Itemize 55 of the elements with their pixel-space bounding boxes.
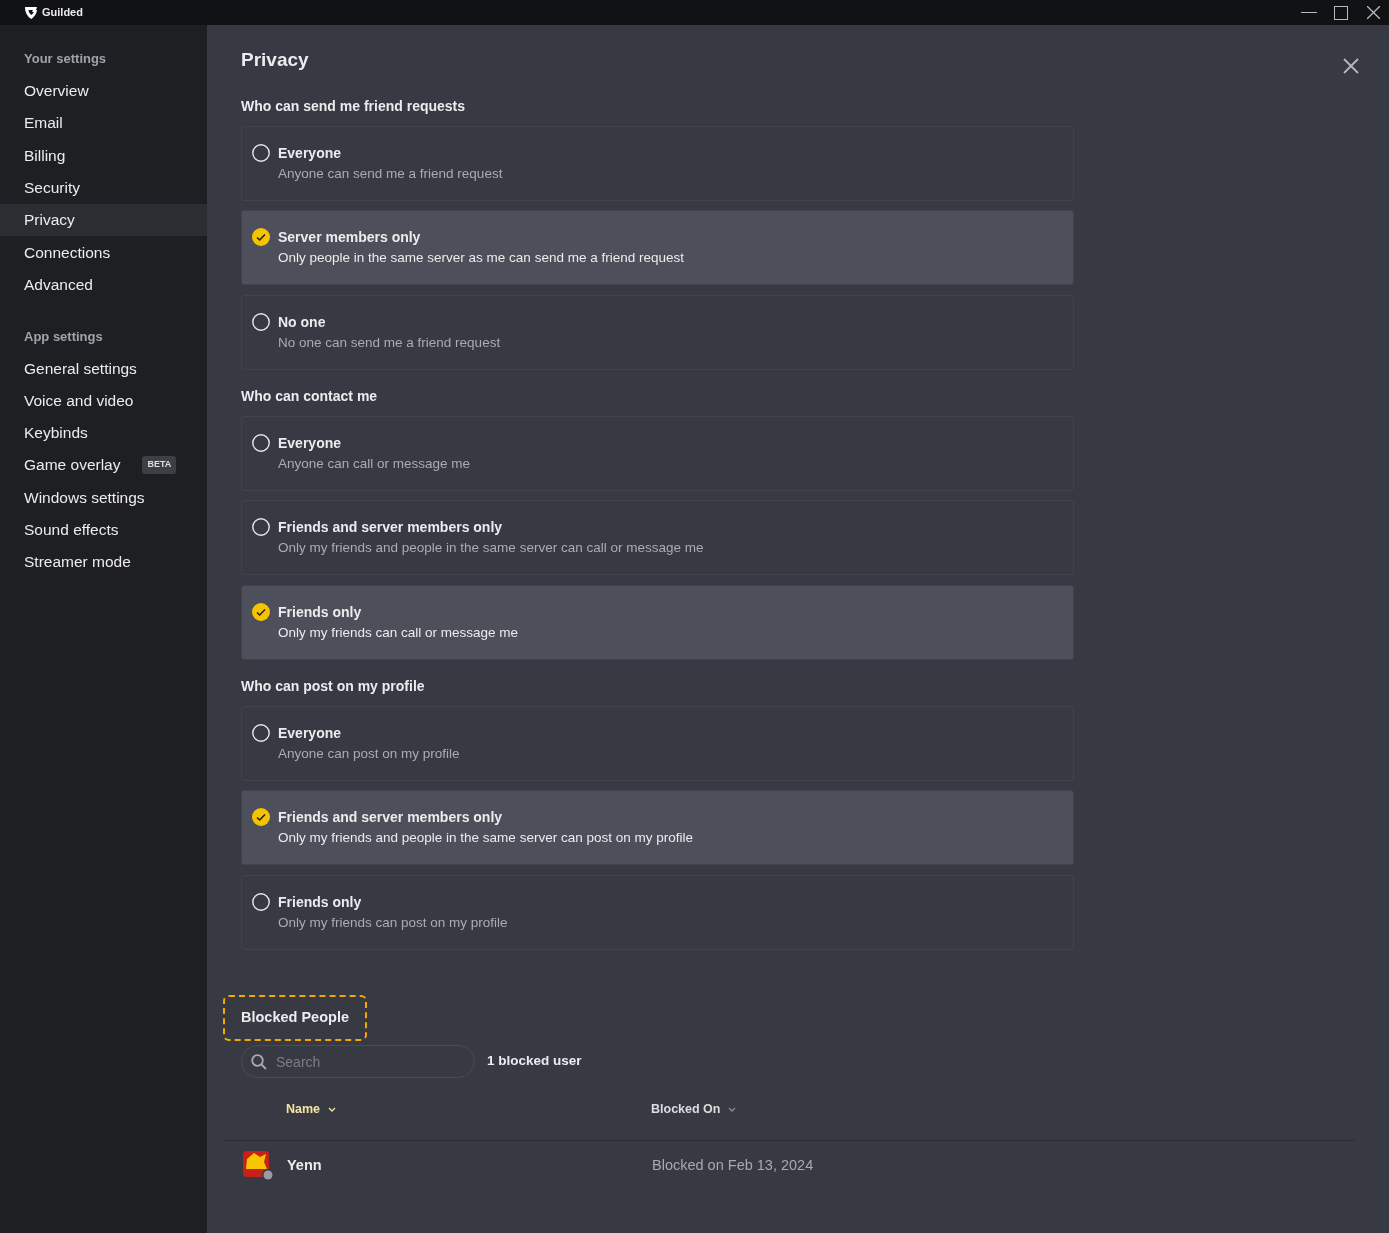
checked-radio-icon (252, 808, 270, 827)
section-heading: App settings (23, 327, 104, 346)
group-heading: Who can post on my profile (241, 676, 426, 696)
sidebar-item[interactable]: Privacy (0, 203, 207, 236)
radio-option[interactable]: No one No one can send me a friend request (241, 294, 1074, 370)
sidebar-item[interactable]: Connections (0, 236, 207, 269)
checked-radio-icon (252, 602, 270, 621)
radio-option[interactable]: Everyone Anyone can post on my profile (241, 705, 1074, 781)
radio-option[interactable]: Friends and server members only Only my friends and people in the same server can post on my profile (241, 790, 1074, 866)
radio-icon (252, 143, 270, 162)
minimize-icon (1301, 12, 1317, 13)
sidebar-item[interactable]: Game overlay BETA (0, 448, 207, 482)
search-icon (251, 1053, 267, 1070)
avatar (242, 1148, 276, 1183)
sidebar-item[interactable]: Sound effects (0, 513, 207, 546)
maximize-icon (1334, 5, 1348, 20)
blocked-count: 1 blocked user (487, 1052, 582, 1071)
column-header[interactable]: Name (286, 1099, 651, 1119)
radio-option[interactable]: Friends only Only my friends can call or message me (241, 584, 1074, 660)
radio-icon (252, 892, 270, 911)
sidebar-item[interactable]: Voice and video (0, 384, 207, 417)
sidebar-item[interactable]: Security (0, 171, 207, 204)
beta-badge: BETA (142, 456, 177, 474)
search-field[interactable]: Search (241, 1045, 475, 1079)
close-icon (1366, 6, 1380, 19)
chevron-down-icon (328, 1106, 337, 1112)
radio-option[interactable]: Friends only Only my friends can post on my profile (241, 874, 1074, 950)
radio-icon (252, 433, 270, 452)
sidebar-item[interactable]: General settings (0, 352, 207, 385)
sidebar-item[interactable]: Keybinds (0, 416, 207, 449)
app-title: Guilded (42, 5, 83, 21)
group-heading: Who can contact me (241, 386, 379, 406)
section-heading: Your settings (23, 50, 108, 68)
sidebar-item[interactable]: Email (0, 106, 207, 140)
radio-option[interactable]: Server members only Only people in the same server as me can send me a friend request (241, 210, 1074, 286)
section-heading: Blocked People (223, 995, 367, 1042)
sidebar-item[interactable]: Advanced (0, 268, 207, 301)
page-title: Privacy (241, 49, 309, 72)
radio-option[interactable]: Everyone Anyone can call or message me (241, 415, 1074, 491)
sidebar-item[interactable]: Overview (0, 74, 207, 107)
radio-option[interactable]: Everyone Anyone can send me a friend request (241, 125, 1074, 201)
sidebar-item[interactable]: Windows settings (0, 481, 207, 514)
logo-icon (24, 6, 38, 19)
sidebar-item[interactable]: Streamer mode (0, 545, 207, 579)
radio-icon (252, 723, 270, 742)
chevron-down-icon (728, 1106, 737, 1112)
radio-icon (252, 312, 270, 331)
radio-option[interactable]: Friends and server members only Only my friends and people in the same server can call or message me (241, 500, 1074, 576)
radio-icon (252, 518, 270, 537)
column-header[interactable]: Blocked On (651, 1099, 737, 1119)
group-heading: Who can send me friend requests (241, 96, 467, 116)
blocked-date: Blocked on Feb 13, 2024 (652, 1155, 814, 1175)
checked-radio-icon (252, 228, 270, 247)
sidebar-item[interactable]: Billing (0, 139, 207, 172)
user-name: Yenn (287, 1155, 323, 1175)
